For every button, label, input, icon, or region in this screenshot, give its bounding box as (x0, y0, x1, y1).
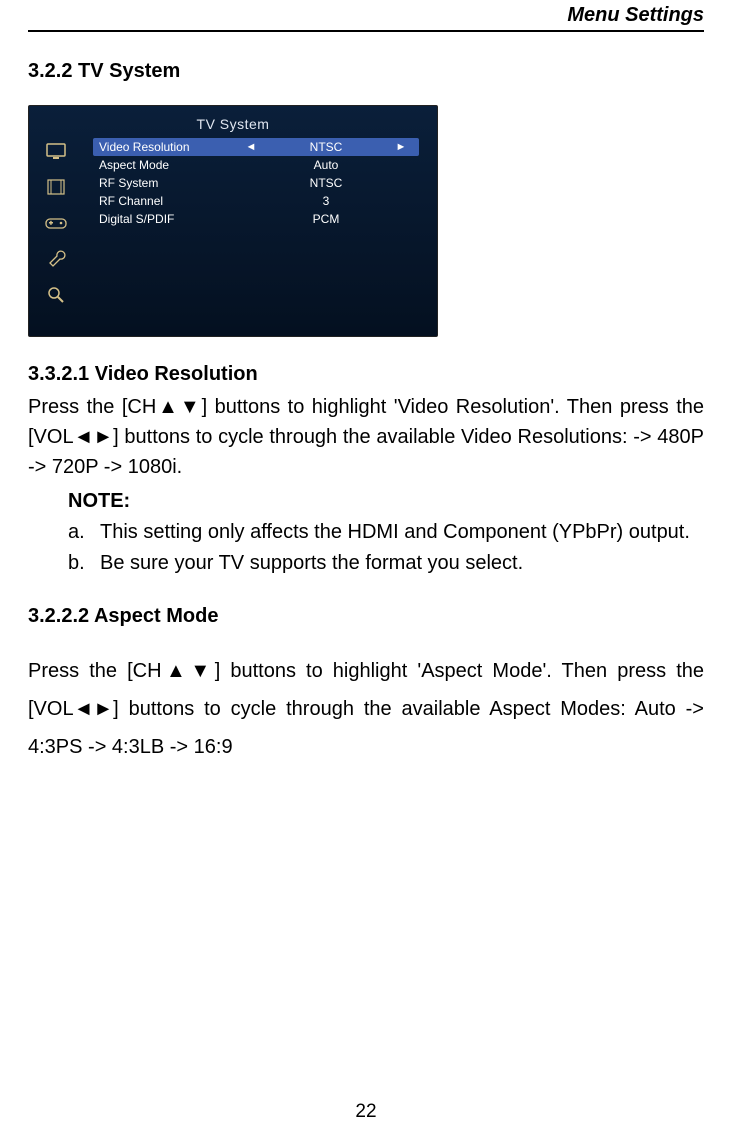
menu-row-video-resolution[interactable]: Video Resolution ◄ NTSC ► (93, 138, 419, 156)
film-icon (37, 172, 75, 202)
arrow-right-icon: ► (389, 141, 413, 153)
list-letter: a. (68, 517, 100, 548)
note-text: Be sure your TV supports the format you … (100, 548, 523, 579)
menu-label: RF System (99, 176, 239, 190)
wrench-icon (37, 244, 75, 274)
menu-row-rf-channel[interactable]: RF Channel 3 (93, 192, 419, 210)
menu-value: NTSC (263, 140, 389, 154)
menu-row-aspect-mode[interactable]: Aspect Mode Auto (93, 156, 419, 174)
note-text: This setting only affects the HDMI and C… (100, 517, 690, 548)
tv-system-title: TV System (29, 116, 437, 132)
menu-label: Video Resolution (99, 140, 239, 154)
tv-sidebar (37, 136, 81, 310)
list-letter: b. (68, 548, 100, 579)
menu-label: RF Channel (99, 194, 239, 208)
page-content: 3.2.2 TV System TV System Video Resoluti… (28, 60, 704, 770)
tv-menu-panel: Video Resolution ◄ NTSC ► Aspect Mode Au… (93, 138, 419, 228)
menu-value: Auto (263, 158, 389, 172)
tv-icon (37, 136, 75, 166)
magnifier-icon (37, 280, 75, 310)
note-label: NOTE: (68, 486, 704, 517)
menu-label: Digital S/PDIF (99, 212, 239, 226)
page-number: 22 (0, 1101, 732, 1123)
menu-row-digital-spdif[interactable]: Digital S/PDIF PCM (93, 210, 419, 228)
subsection-heading-aspect-mode: 3.2.2.2 Aspect Mode (28, 605, 704, 628)
menu-label: Aspect Mode (99, 158, 239, 172)
note-block: NOTE: a. This setting only affects the H… (68, 486, 704, 579)
menu-value: PCM (263, 212, 389, 226)
tv-system-screenshot: TV System Video Resolution ◄ NTSC (28, 105, 438, 337)
menu-value: 3 (263, 194, 389, 208)
arrow-left-icon: ◄ (239, 141, 263, 153)
header-rule (28, 30, 704, 32)
menu-row-rf-system[interactable]: RF System NTSC (93, 174, 419, 192)
section-heading: 3.2.2 TV System (28, 60, 704, 83)
subsection-heading-video-resolution: 3.3.2.1 Video Resolution (28, 363, 704, 386)
note-item-b: b. Be sure your TV supports the format y… (68, 548, 704, 579)
paragraph-video-resolution: Press the [CH▲▼] buttons to highlight 'V… (28, 392, 704, 482)
note-item-a: a. This setting only affects the HDMI an… (68, 517, 704, 548)
gamepad-icon (37, 208, 75, 238)
page-header-title: Menu Settings (567, 4, 704, 27)
paragraph-aspect-mode: Press the [CH▲▼] buttons to highlight 'A… (28, 652, 704, 766)
menu-value: NTSC (263, 176, 389, 190)
